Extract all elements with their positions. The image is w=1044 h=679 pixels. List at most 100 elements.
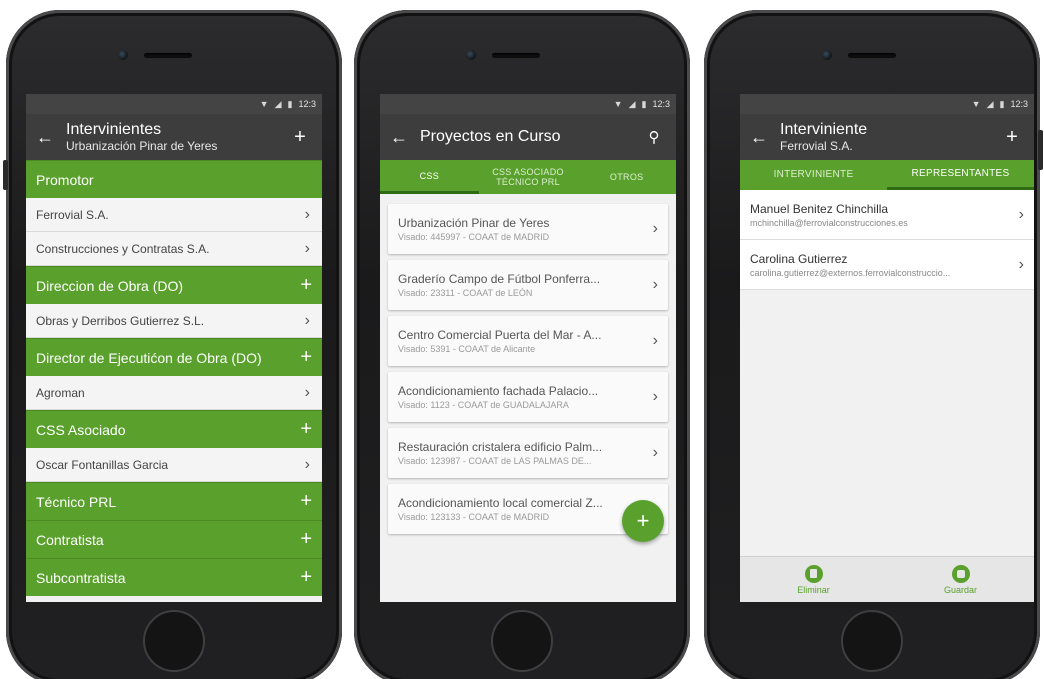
power-button [1038, 130, 1043, 170]
project-visado: Visado: 5391 - COAAT de Alicante [398, 344, 536, 354]
project-card[interactable]: Acondicionamiento fachada Palacio... Visa… [388, 372, 668, 422]
representante-row[interactable]: Carolina Gutierrez carolina.gutierrez@ext… [740, 240, 1034, 290]
volume-button [3, 160, 8, 190]
chevron-right-icon: › [652, 220, 658, 237]
section-label: Direccion de Obra (DO) [36, 277, 184, 294]
chevron-right-icon: › [652, 444, 658, 461]
list-item[interactable]: Obras y Derribos Gutierrez S.L. › [26, 304, 322, 338]
camera-icon [822, 50, 832, 60]
status-time: 12:3 [298, 99, 316, 109]
project-list: Urbanización Pinar de Yeres Visado: 44599… [380, 194, 676, 534]
project-name: Restauración cristalera edificio Palm... [398, 440, 603, 454]
add-icon[interactable]: + [290, 126, 310, 149]
add-icon[interactable]: + [300, 418, 312, 441]
phone-frame-3: ▼ ◢ ▮ 12:3 ← Interviniente Ferrovial S.A… [704, 10, 1043, 679]
project-name: Acondicionamiento local comercial Z... [398, 496, 603, 510]
section-header[interactable]: Subcontratista + [26, 558, 322, 596]
representante-name: Manuel Benitez Chinchilla [750, 201, 889, 216]
add-icon[interactable]: + [300, 274, 312, 297]
section-header[interactable]: Promotor [26, 160, 322, 198]
list-item[interactable]: Agroman › [26, 376, 322, 410]
project-visado: Visado: 123987 - COAAT de LAS PALMAS DE.… [398, 456, 592, 466]
delete-button[interactable]: Eliminar [740, 557, 887, 602]
project-card[interactable]: Restauración cristalera edificio Palm...… [388, 428, 668, 478]
screen-proyectos: ▼ ◢ ▮ 12:3 ← Proyectos en Curso ⚲ CSS CS… [380, 94, 676, 602]
list-item-label: Obras y Derribos Gutierrez S.L. [36, 313, 205, 328]
add-icon[interactable]: + [300, 566, 312, 589]
section-label: Contratista [36, 531, 104, 548]
phone-frame-1: ▼ ◢ ▮ 12:3 ← Intervinientes Urbanización… [3, 10, 342, 679]
search-icon[interactable]: ⚲ [644, 128, 664, 146]
project-visado: Visado: 445997 - COAAT de MADRID [398, 232, 550, 242]
wifi-icon: ▼ [613, 99, 623, 109]
chevron-right-icon: › [652, 388, 658, 405]
section-header[interactable]: Contratista + [26, 520, 322, 558]
section-label: CSS Asociado [36, 421, 126, 438]
status-bar: ▼ ◢ ▮ 12:3 [380, 94, 676, 114]
chevron-right-icon: › [304, 455, 310, 473]
chevron-right-icon: › [304, 311, 310, 329]
speaker-grille [848, 53, 896, 58]
list-item-label: Agroman [36, 385, 85, 400]
project-name: Urbanización Pinar de Yeres [398, 216, 550, 230]
representante-list: Manuel Benitez Chinchilla mchinchilla@fer… [740, 190, 1034, 290]
list-item[interactable]: Ferrovial S.A. › [26, 198, 322, 232]
add-icon[interactable]: + [1002, 126, 1022, 149]
project-name: Acondicionamiento fachada Palacio... [398, 384, 599, 398]
page-subtitle: Urbanización Pinar de Yeres [66, 139, 218, 153]
add-icon[interactable]: + [300, 490, 312, 513]
project-card[interactable]: Centro Comercial Puerta del Mar - A... Vi… [388, 316, 668, 366]
list-item[interactable]: Oscar Fontanillas Garcia › [26, 448, 322, 482]
signal-icon: ◢ [986, 98, 994, 109]
back-arrow-icon[interactable]: ← [36, 127, 58, 148]
page-title: Interviniente [780, 121, 868, 138]
status-bar: ▼ ◢ ▮ 12:3 [26, 94, 322, 114]
add-project-button[interactable]: + [622, 500, 664, 542]
chevron-right-icon: › [304, 239, 310, 257]
chevron-right-icon: › [652, 332, 658, 349]
home-button [491, 610, 553, 672]
tab-css[interactable]: CSS [380, 160, 479, 194]
section-label: Técnico PRL [36, 493, 117, 510]
section-header[interactable]: Direccion de Obra (DO) + [26, 266, 322, 304]
project-card[interactable]: Urbanización Pinar de Yeres Visado: 44599… [388, 204, 668, 254]
wifi-icon: ▼ [971, 99, 981, 109]
tab-css-asociado[interactable]: CSS ASOCIADO TÉCNICO PRL [479, 160, 578, 194]
section-header[interactable]: Técnico PRL + [26, 482, 322, 520]
project-card[interactable]: Graderío Campo de Fútbol Ponferra... Visa… [388, 260, 668, 310]
status-bar: ▼ ◢ ▮ 12:3 [740, 94, 1034, 114]
list-item[interactable]: Construcciones y Contratas S.A. › [26, 232, 322, 266]
battery-icon: ▮ [999, 98, 1005, 109]
wifi-icon: ▼ [259, 99, 269, 109]
project-name: Centro Comercial Puerta del Mar - A... [398, 328, 602, 342]
tab-representantes[interactable]: REPRESENTANTES [887, 160, 1034, 190]
chevron-right-icon: › [1018, 205, 1024, 223]
page-title: Intervinientes [66, 121, 162, 138]
add-icon[interactable]: + [300, 528, 312, 551]
signal-icon: ◢ [274, 98, 282, 109]
back-arrow-icon[interactable]: ← [390, 127, 412, 148]
camera-icon [118, 50, 128, 60]
interviniente-list: Promotor Ferrovial S.A. › Construcciones y … [26, 160, 322, 596]
representante-email: carolina.gutierrez@externos.ferrovialcon… [750, 267, 951, 278]
list-item-label: Oscar Fontanillas Garcia [36, 457, 169, 472]
save-label: Guardar [943, 584, 978, 595]
add-icon[interactable]: + [300, 346, 312, 369]
tab-otros[interactable]: OTROS [577, 160, 676, 194]
project-visado: Visado: 23311 - COAAT de LEÓN [398, 288, 533, 298]
page-subtitle: Ferrovial S.A. [780, 139, 853, 153]
chevron-right-icon: › [1018, 255, 1024, 273]
project-visado: Visado: 123133 - COAAT de MADRID [398, 512, 550, 522]
bottom-action-bar: Eliminar Guardar [740, 556, 1034, 602]
back-arrow-icon[interactable]: ← [750, 127, 772, 148]
project-name: Graderío Campo de Fútbol Ponferra... [398, 272, 601, 286]
tab-interviniente[interactable]: INTERVINIENTE [740, 160, 887, 190]
section-label: Director de Ejecutićon de Obra (DO) [36, 349, 262, 366]
signal-icon: ◢ [628, 98, 636, 109]
section-header[interactable]: Director de Ejecutićon de Obra (DO) + [26, 338, 322, 376]
representante-row[interactable]: Manuel Benitez Chinchilla mchinchilla@fer… [740, 190, 1034, 240]
save-button[interactable]: Guardar [887, 557, 1034, 602]
section-header[interactable]: CSS Asociado + [26, 410, 322, 448]
toolbar: ← Proyectos en Curso ⚲ [380, 114, 676, 160]
save-icon [951, 564, 970, 583]
